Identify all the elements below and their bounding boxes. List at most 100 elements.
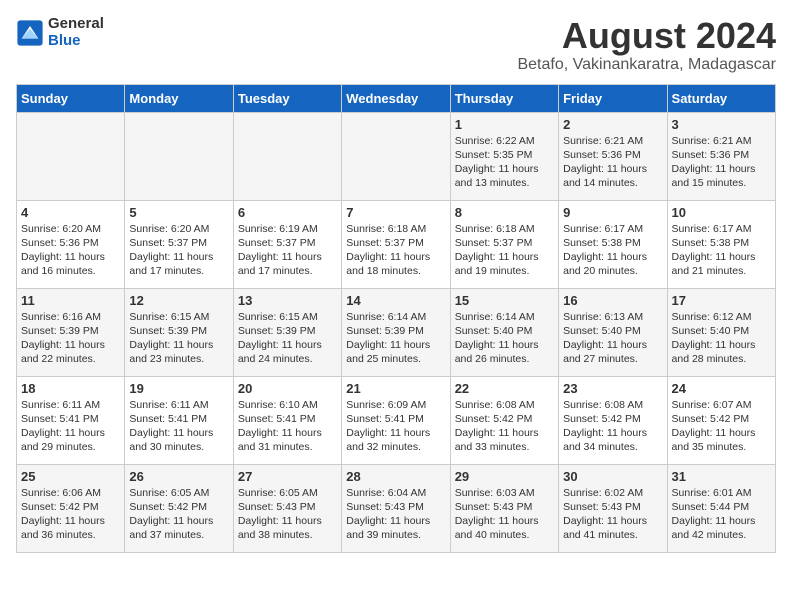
day-detail: Sunrise: 6:09 AM Sunset: 5:41 PM Dayligh… bbox=[346, 399, 430, 454]
day-number: 2 bbox=[563, 117, 662, 132]
day-detail: Sunrise: 6:05 AM Sunset: 5:43 PM Dayligh… bbox=[238, 487, 322, 542]
header-cell-friday: Friday bbox=[559, 84, 667, 112]
day-number: 25 bbox=[21, 469, 120, 484]
day-number: 27 bbox=[238, 469, 337, 484]
day-cell: 22 Sunrise: 6:08 AM Sunset: 5:42 PM Dayli… bbox=[450, 376, 558, 464]
logo-text: General Blue bbox=[48, 16, 104, 49]
day-cell: 4 Sunrise: 6:20 AM Sunset: 5:36 PM Daylig… bbox=[17, 200, 125, 288]
day-detail: Sunrise: 6:01 AM Sunset: 5:44 PM Dayligh… bbox=[672, 487, 756, 542]
day-detail: Sunrise: 6:18 AM Sunset: 5:37 PM Dayligh… bbox=[346, 223, 430, 278]
day-cell: 3 Sunrise: 6:21 AM Sunset: 5:36 PM Daylig… bbox=[667, 112, 775, 200]
day-number: 23 bbox=[563, 381, 662, 396]
day-number: 7 bbox=[346, 205, 445, 220]
logo-general: General bbox=[48, 16, 104, 33]
day-number: 21 bbox=[346, 381, 445, 396]
day-cell: 29Sunrise: 6:03 AM Sunset: 5:43 PM Dayli… bbox=[450, 464, 558, 552]
day-cell: 16 Sunrise: 6:13 AM Sunset: 5:40 PM Dayli… bbox=[559, 288, 667, 376]
calendar-table: SundayMondayTuesdayWednesdayThursdayFrid… bbox=[16, 84, 776, 553]
day-cell: 26 Sunrise: 6:05 AM Sunset: 5:42 PM Dayli… bbox=[125, 464, 233, 552]
day-detail: Sunrise: 6:17 AM Sunset: 5:38 PM Dayligh… bbox=[672, 223, 756, 278]
day-cell: 28 Sunrise: 6:04 AM Sunset: 5:43 PM Dayli… bbox=[342, 464, 450, 552]
day-detail: Sunrise: 6:15 AM Sunset: 5:39 PM Dayligh… bbox=[238, 311, 322, 366]
main-title: August 2024 bbox=[517, 16, 776, 56]
week-row-5: 25 Sunrise: 6:06 AM Sunset: 5:42 PM Dayli… bbox=[17, 464, 776, 552]
logo-icon bbox=[16, 19, 44, 47]
day-number: 20 bbox=[238, 381, 337, 396]
week-row-4: 18 Sunrise: 6:11 AM Sunset: 5:41 PM Dayli… bbox=[17, 376, 776, 464]
day-number: 26 bbox=[129, 469, 228, 484]
header-row: SundayMondayTuesdayWednesdayThursdayFrid… bbox=[17, 84, 776, 112]
day-cell: 8 Sunrise: 6:18 AM Sunset: 5:37 PM Daylig… bbox=[450, 200, 558, 288]
logo: General Blue bbox=[16, 16, 104, 49]
day-cell: 7 Sunrise: 6:18 AM Sunset: 5:37 PM Daylig… bbox=[342, 200, 450, 288]
day-detail: Sunrise: 6:08 AM Sunset: 5:42 PM Dayligh… bbox=[455, 399, 539, 454]
day-detail: Sunrise: 6:12 AM Sunset: 5:40 PM Dayligh… bbox=[672, 311, 756, 366]
day-detail: Sunrise: 6:18 AM Sunset: 5:37 PM Dayligh… bbox=[455, 223, 539, 278]
logo-blue: Blue bbox=[48, 33, 104, 50]
day-number: 28 bbox=[346, 469, 445, 484]
day-detail: Sunrise: 6:07 AM Sunset: 5:42 PM Dayligh… bbox=[672, 399, 756, 454]
day-cell: 17 Sunrise: 6:12 AM Sunset: 5:40 PM Dayli… bbox=[667, 288, 775, 376]
day-number: 19 bbox=[129, 381, 228, 396]
subtitle: Betafo, Vakinankaratra, Madagascar bbox=[517, 56, 776, 74]
day-detail: Sunrise: 6:16 AM Sunset: 5:39 PM Dayligh… bbox=[21, 311, 105, 366]
day-detail: Sunrise: 6:03 AM Sunset: 5:43 PM Dayligh… bbox=[455, 487, 539, 542]
header-cell-sunday: Sunday bbox=[17, 84, 125, 112]
day-number: 1 bbox=[455, 117, 554, 132]
week-row-2: 4 Sunrise: 6:20 AM Sunset: 5:36 PM Daylig… bbox=[17, 200, 776, 288]
day-number: 13 bbox=[238, 293, 337, 308]
day-cell: 6 Sunrise: 6:19 AM Sunset: 5:37 PM Daylig… bbox=[233, 200, 341, 288]
day-cell: 23 Sunrise: 6:08 AM Sunset: 5:42 PM Dayli… bbox=[559, 376, 667, 464]
day-number: 30 bbox=[563, 469, 662, 484]
day-cell: 20Sunrise: 6:10 AM Sunset: 5:41 PM Dayli… bbox=[233, 376, 341, 464]
day-detail: Sunrise: 6:19 AM Sunset: 5:37 PM Dayligh… bbox=[238, 223, 322, 278]
week-row-3: 11 Sunrise: 6:16 AM Sunset: 5:39 PM Dayli… bbox=[17, 288, 776, 376]
day-number: 11 bbox=[21, 293, 120, 308]
day-number: 12 bbox=[129, 293, 228, 308]
header-cell-wednesday: Wednesday bbox=[342, 84, 450, 112]
day-detail: Sunrise: 6:20 AM Sunset: 5:36 PM Dayligh… bbox=[21, 223, 105, 278]
day-detail: Sunrise: 6:15 AM Sunset: 5:39 PM Dayligh… bbox=[129, 311, 213, 366]
header: General Blue August 2024 Betafo, Vakinan… bbox=[16, 16, 776, 74]
day-number: 16 bbox=[563, 293, 662, 308]
day-cell bbox=[342, 112, 450, 200]
day-cell: 21 Sunrise: 6:09 AM Sunset: 5:41 PM Dayli… bbox=[342, 376, 450, 464]
day-detail: Sunrise: 6:04 AM Sunset: 5:43 PM Dayligh… bbox=[346, 487, 430, 542]
day-number: 4 bbox=[21, 205, 120, 220]
day-detail: Sunrise: 6:22 AM Sunset: 5:35 PM Dayligh… bbox=[455, 135, 539, 190]
header-cell-monday: Monday bbox=[125, 84, 233, 112]
day-detail: Sunrise: 6:06 AM Sunset: 5:42 PM Dayligh… bbox=[21, 487, 105, 542]
day-cell: 10Sunrise: 6:17 AM Sunset: 5:38 PM Dayli… bbox=[667, 200, 775, 288]
day-number: 3 bbox=[672, 117, 771, 132]
day-cell: 5 Sunrise: 6:20 AM Sunset: 5:37 PM Daylig… bbox=[125, 200, 233, 288]
day-number: 18 bbox=[21, 381, 120, 396]
day-detail: Sunrise: 6:20 AM Sunset: 5:37 PM Dayligh… bbox=[129, 223, 213, 278]
day-cell: 19 Sunrise: 6:11 AM Sunset: 5:41 PM Dayli… bbox=[125, 376, 233, 464]
header-cell-thursday: Thursday bbox=[450, 84, 558, 112]
day-number: 14 bbox=[346, 293, 445, 308]
day-number: 5 bbox=[129, 205, 228, 220]
header-cell-tuesday: Tuesday bbox=[233, 84, 341, 112]
day-cell: 12 Sunrise: 6:15 AM Sunset: 5:39 PM Dayli… bbox=[125, 288, 233, 376]
day-number: 22 bbox=[455, 381, 554, 396]
day-detail: Sunrise: 6:08 AM Sunset: 5:42 PM Dayligh… bbox=[563, 399, 647, 454]
day-detail: Sunrise: 6:11 AM Sunset: 5:41 PM Dayligh… bbox=[129, 399, 213, 454]
day-detail: Sunrise: 6:13 AM Sunset: 5:40 PM Dayligh… bbox=[563, 311, 647, 366]
day-number: 17 bbox=[672, 293, 771, 308]
day-cell: 9Sunrise: 6:17 AM Sunset: 5:38 PM Daylig… bbox=[559, 200, 667, 288]
day-cell: 30 Sunrise: 6:02 AM Sunset: 5:43 PM Dayli… bbox=[559, 464, 667, 552]
day-cell: 13 Sunrise: 6:15 AM Sunset: 5:39 PM Dayli… bbox=[233, 288, 341, 376]
day-number: 31 bbox=[672, 469, 771, 484]
day-number: 8 bbox=[455, 205, 554, 220]
day-cell: 14Sunrise: 6:14 AM Sunset: 5:39 PM Dayli… bbox=[342, 288, 450, 376]
day-detail: Sunrise: 6:02 AM Sunset: 5:43 PM Dayligh… bbox=[563, 487, 647, 542]
day-cell: 15Sunrise: 6:14 AM Sunset: 5:40 PM Dayli… bbox=[450, 288, 558, 376]
day-detail: Sunrise: 6:14 AM Sunset: 5:40 PM Dayligh… bbox=[455, 311, 539, 366]
title-area: August 2024 Betafo, Vakinankaratra, Mada… bbox=[517, 16, 776, 74]
day-cell bbox=[233, 112, 341, 200]
day-detail: Sunrise: 6:21 AM Sunset: 5:36 PM Dayligh… bbox=[672, 135, 756, 190]
day-detail: Sunrise: 6:05 AM Sunset: 5:42 PM Dayligh… bbox=[129, 487, 213, 542]
day-cell: 25 Sunrise: 6:06 AM Sunset: 5:42 PM Dayli… bbox=[17, 464, 125, 552]
day-cell: 31 Sunrise: 6:01 AM Sunset: 5:44 PM Dayli… bbox=[667, 464, 775, 552]
day-number: 6 bbox=[238, 205, 337, 220]
